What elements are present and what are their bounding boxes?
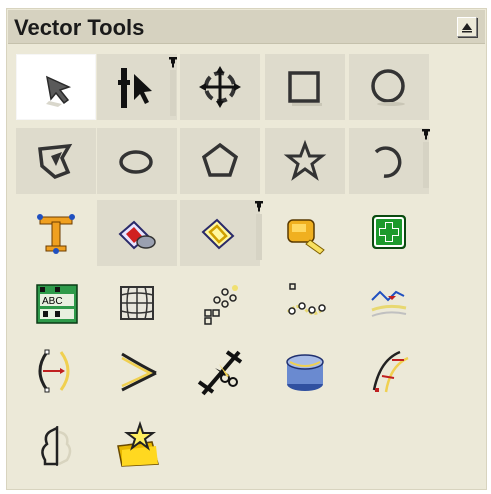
- arrow-pointer-icon: [46, 75, 72, 107]
- star-tool[interactable]: [265, 128, 345, 194]
- bend-tool[interactable]: [16, 338, 96, 404]
- oval-tool[interactable]: [97, 128, 177, 194]
- svg-text:ABC: ABC: [42, 296, 63, 307]
- flyout-pin-icon: [255, 201, 263, 260]
- path-nodes-tool[interactable]: [265, 270, 345, 336]
- trace-outline-icon: [41, 425, 72, 466]
- tape-measure-icon: [287, 219, 325, 255]
- freeform-shape-tool[interactable]: [16, 128, 96, 194]
- text-tool[interactable]: [16, 200, 96, 266]
- pointer-tool[interactable]: [16, 54, 96, 120]
- circle-icon: [371, 69, 405, 106]
- green-plus-icon: [372, 215, 406, 249]
- angle-tool[interactable]: [97, 338, 177, 404]
- freeform-shape-icon: [38, 143, 73, 180]
- extrude-cylinder-icon: [286, 354, 324, 391]
- star-icon: [283, 139, 327, 181]
- abc-grid-icon: ABC: [36, 284, 78, 324]
- measure-tool[interactable]: [265, 200, 345, 266]
- flyout-pin-icon: [422, 129, 430, 188]
- arc-tool[interactable]: [349, 128, 429, 194]
- flyout-pin-icon: [169, 57, 177, 116]
- angle-curve-icon: [121, 352, 157, 392]
- lasso-icon: [201, 218, 235, 250]
- path-nodes-icon: [286, 283, 326, 315]
- envelope-warp-icon: [120, 286, 154, 320]
- text-table-tool[interactable]: ABC: [16, 270, 96, 336]
- oval-icon: [119, 150, 153, 174]
- roughen-tool[interactable]: [349, 338, 429, 404]
- knife-tool[interactable]: [180, 338, 260, 404]
- pentagon-icon: [201, 142, 239, 177]
- roughen-curve-icon: [372, 350, 409, 393]
- rectangle-tool[interactable]: [265, 54, 345, 120]
- transform-tool[interactable]: [180, 54, 260, 120]
- symbol-tool[interactable]: [97, 412, 177, 478]
- flyout-marker-2[interactable]: [421, 128, 431, 190]
- rectangle-icon: [288, 71, 322, 106]
- text-t-icon: [37, 214, 75, 254]
- tool-grid: ABC: [0, 0, 491, 494]
- scatter-points-icon: [204, 285, 238, 325]
- bend-curve-icon: [38, 349, 70, 393]
- paint-bucket-icon: [118, 220, 156, 250]
- blend-lines-icon: [371, 290, 407, 317]
- polygon-tool[interactable]: [180, 128, 260, 194]
- envelope-tool[interactable]: [97, 270, 177, 336]
- star-folder-icon: [117, 420, 159, 467]
- lasso-tool[interactable]: [180, 200, 260, 266]
- arc-icon: [374, 146, 402, 178]
- subselect-pointer-icon: [118, 68, 152, 108]
- flyout-marker-3[interactable]: [254, 200, 264, 262]
- add-tool[interactable]: [349, 200, 429, 266]
- subselect-tool[interactable]: [97, 54, 177, 120]
- extrude-tool[interactable]: [265, 338, 345, 404]
- blend-tool[interactable]: [349, 270, 429, 336]
- free-transform-icon: [199, 66, 241, 108]
- ellipse-tool[interactable]: [349, 54, 429, 120]
- fill-tool[interactable]: [97, 200, 177, 266]
- scatter-tool[interactable]: [180, 270, 260, 336]
- flyout-marker-1[interactable]: [168, 56, 178, 118]
- trace-tool[interactable]: [16, 412, 96, 478]
- scissors-icon: [197, 350, 243, 396]
